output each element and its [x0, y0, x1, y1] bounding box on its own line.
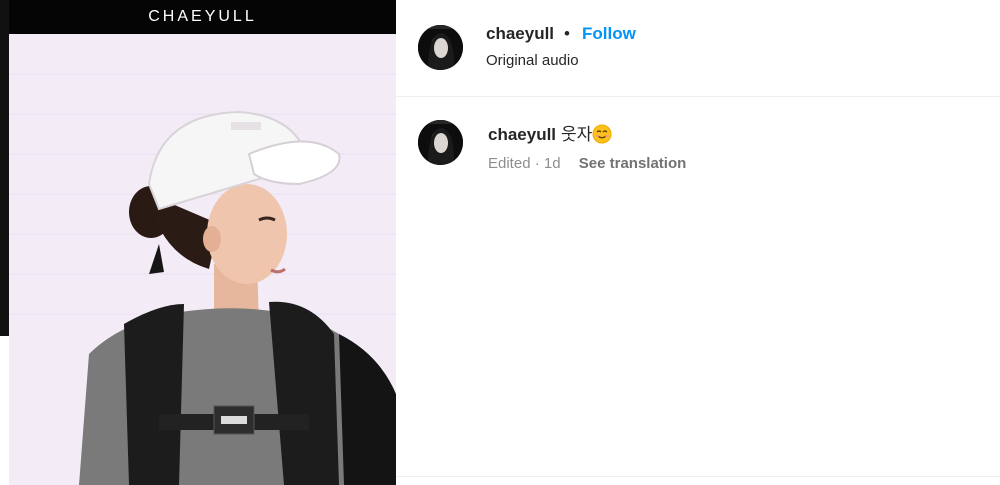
post-header: chaeyull • Follow Original audio [396, 0, 1000, 97]
media-watermark-title: CHAEYULL [9, 0, 396, 34]
avatar-image [418, 25, 463, 70]
comment-author-avatar[interactable] [418, 120, 463, 165]
comment-timestamp[interactable]: 1d [544, 155, 561, 172]
author-avatar[interactable] [418, 25, 463, 70]
comment-text: 웃자 [561, 125, 593, 144]
follow-button[interactable]: Follow [582, 24, 636, 44]
author-username[interactable]: chaeyull [486, 24, 554, 44]
divider [396, 476, 1000, 477]
left-edge-dark [0, 0, 9, 336]
smiling-face-emoji-icon [592, 124, 612, 144]
post-sidebar: chaeyull • Follow Original audio chaeyul… [396, 0, 1000, 485]
meta-separator: · [534, 155, 540, 172]
post-photo[interactable] [9, 34, 396, 485]
header-separator-dot: • [564, 24, 570, 43]
edited-label: Edited [488, 155, 531, 172]
see-translation-link[interactable]: See translation [579, 155, 687, 172]
avatar-image [418, 120, 463, 165]
left-edge-strip [0, 0, 9, 485]
original-audio-link[interactable]: Original audio [486, 52, 579, 69]
caption-comment: chaeyull 웃자 [488, 120, 612, 145]
media-viewer[interactable]: CHAEYULL [9, 0, 396, 485]
comment-meta: Edited · 1d See translation [488, 155, 686, 172]
comment-username[interactable]: chaeyull [488, 125, 556, 144]
